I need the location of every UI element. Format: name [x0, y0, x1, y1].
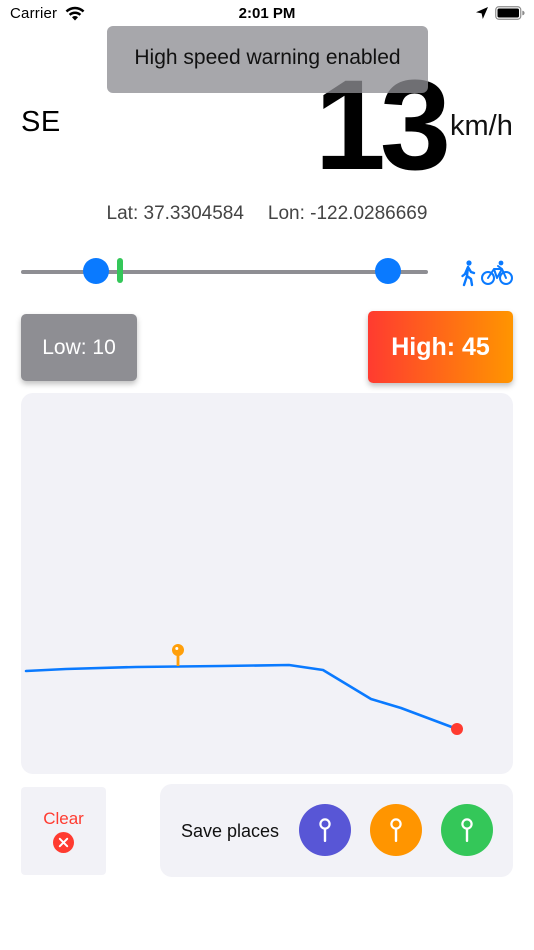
route-line	[24, 663, 459, 731]
speedometer-screen: Carrier 2:01 PM SE 13 km/h High speed wa…	[0, 0, 534, 950]
save-place-green-button[interactable]	[441, 804, 493, 856]
pin-icon	[319, 818, 331, 842]
longitude: Lon: -122.0286669	[267, 203, 428, 224]
heading-direction: SE	[21, 106, 61, 138]
low-threshold-button[interactable]: Low: 10	[21, 314, 137, 381]
track-map[interactable]	[21, 393, 513, 774]
mode-toggle[interactable]	[458, 258, 516, 288]
pin-icon	[461, 818, 473, 842]
speed-unit: km/h	[450, 110, 513, 142]
save-places-label: Save places	[181, 821, 280, 841]
low-threshold-label: Low: 10	[42, 336, 116, 359]
clear-x-icon	[53, 832, 74, 858]
save-place-purple-button[interactable]	[299, 804, 351, 856]
clock: 2:01 PM	[238, 5, 296, 22]
latitude: Lat: 37.3304584	[106, 203, 244, 224]
clear-button[interactable]: Clear	[21, 787, 106, 875]
saved-place-pin-icon[interactable]	[172, 644, 184, 666]
high-threshold-knob[interactable]	[375, 258, 401, 284]
high-threshold-label: High: 45	[391, 333, 490, 361]
current-position-dot	[451, 723, 463, 735]
save-place-orange-button[interactable]	[370, 804, 422, 856]
battery-icon	[495, 6, 525, 25]
location-arrow-icon	[475, 6, 489, 25]
toast-message: High speed warning enabled	[134, 46, 401, 69]
walking-icon	[461, 260, 476, 287]
low-threshold-knob[interactable]	[83, 258, 109, 284]
pin-icon	[390, 818, 402, 842]
clear-label: Clear	[43, 809, 84, 828]
save-places-panel: Save places	[160, 784, 513, 877]
bicycle-icon	[481, 260, 513, 285]
high-threshold-button[interactable]: High: 45	[368, 311, 513, 383]
current-speed-marker	[117, 258, 123, 283]
speed-warning-toast: High speed warning enabled	[107, 26, 428, 93]
coordinates: Lat: 37.3304584 Lon: -122.0286669	[0, 203, 534, 225]
